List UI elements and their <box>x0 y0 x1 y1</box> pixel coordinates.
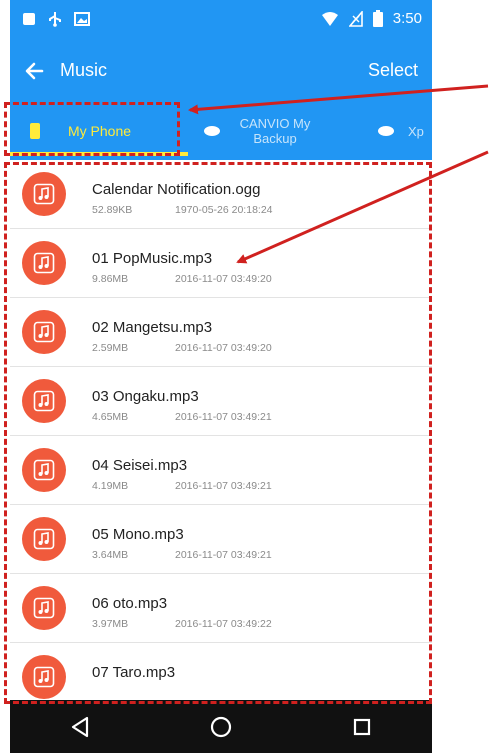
arrow-to-file <box>236 150 489 264</box>
annotation-arrows <box>188 84 489 264</box>
arrow-to-tab <box>188 84 489 115</box>
